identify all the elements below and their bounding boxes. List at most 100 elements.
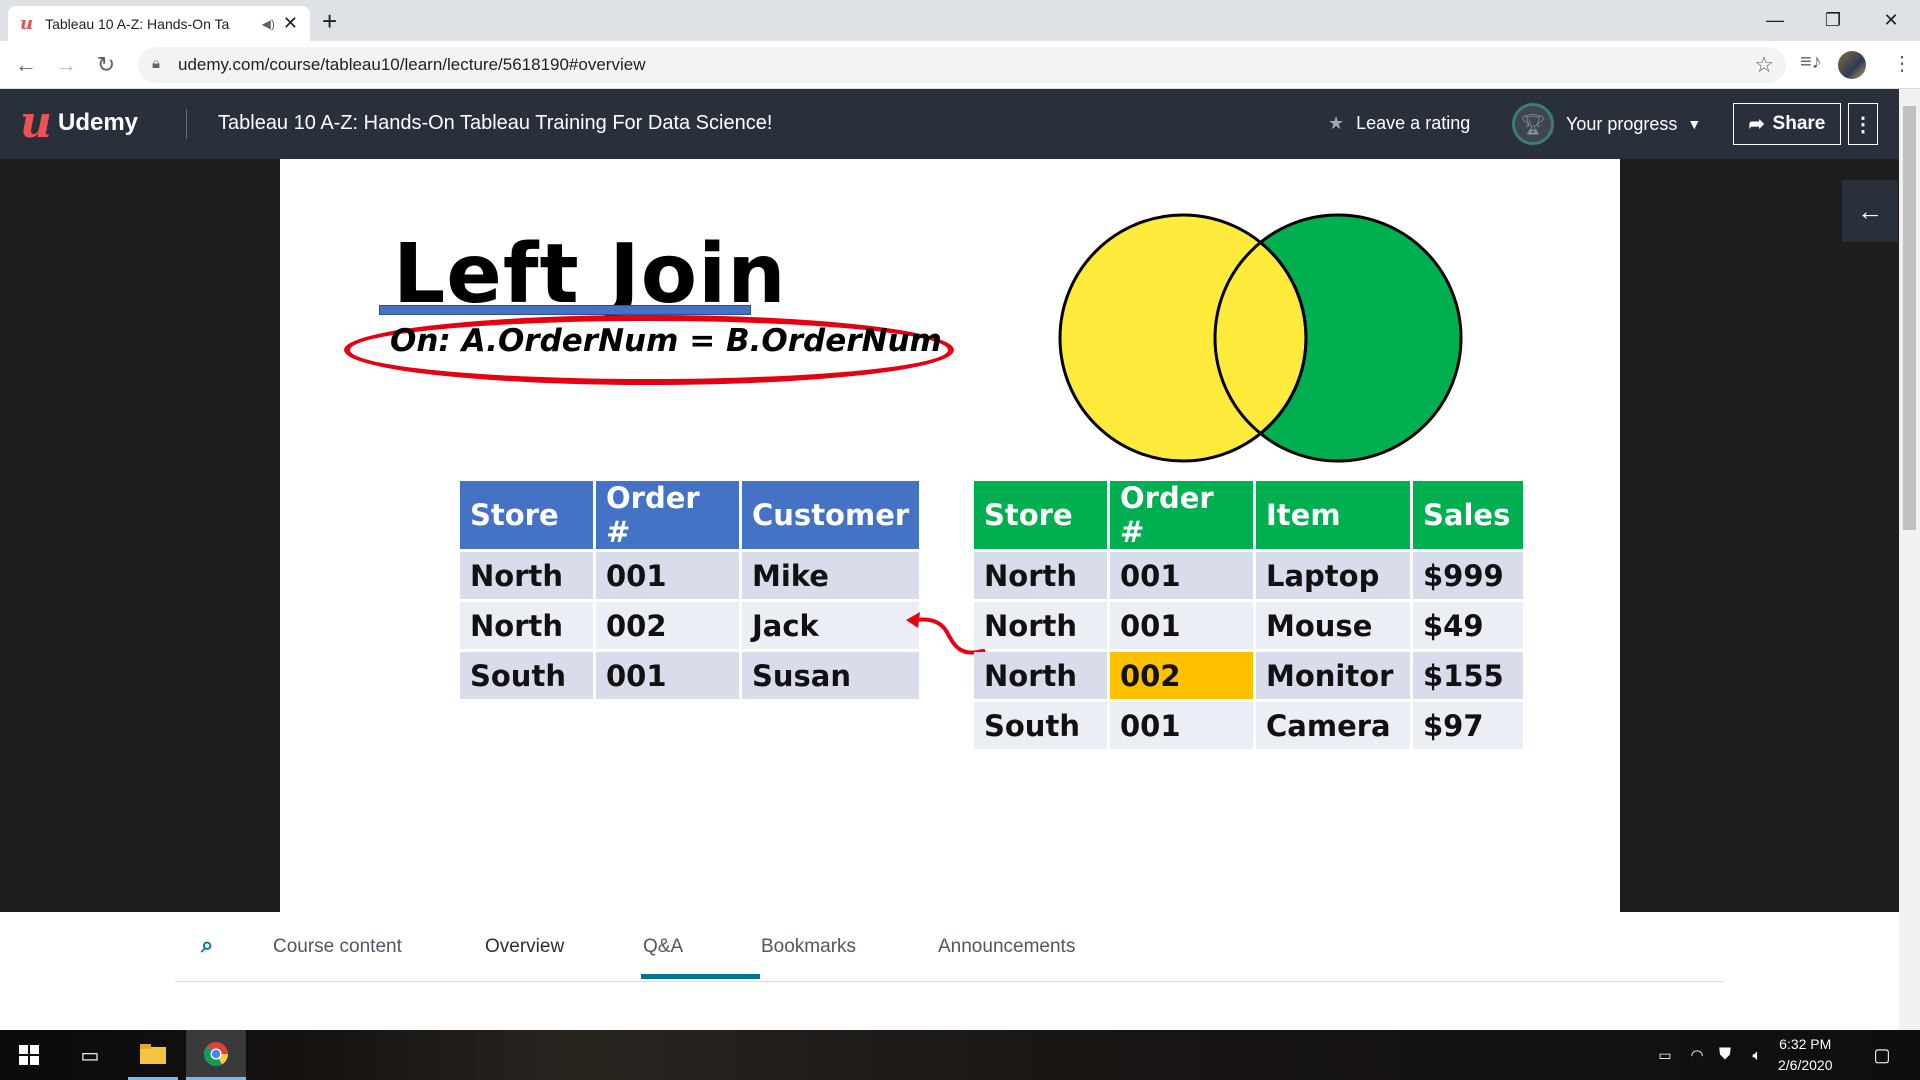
- udemy-logo-icon: u: [20, 97, 52, 148]
- your-progress-label: Your progress: [1566, 113, 1678, 134]
- table-cell: 001: [1110, 702, 1253, 749]
- forward-icon[interactable]: →: [50, 49, 82, 81]
- table-b-header-cell: Order #: [1110, 481, 1253, 549]
- security-shield-icon[interactable]: ⛊: [1712, 1030, 1738, 1080]
- speaker-icon[interactable]: ◀): [262, 17, 275, 31]
- header-divider: [186, 109, 187, 139]
- windows-taskbar: ▭ ▭ ◠ ⛊ 🔈︎ 6:32 PM 2/6/2020 ▢: [0, 1030, 1920, 1080]
- table-cell: Jack: [742, 602, 920, 649]
- table-row: North 002 Jack: [460, 602, 920, 649]
- table-a-header-row: Store Order # Customer: [460, 481, 920, 549]
- tab-qa[interactable]: Q&A: [643, 936, 683, 958]
- lecture-tabs: ⌕ Course content Overview Q&A Bookmarks …: [175, 912, 1723, 982]
- new-tab-button[interactable]: +: [322, 6, 337, 37]
- lecture-tabs-area: ⌕ Course content Overview Q&A Bookmarks …: [0, 912, 1899, 1030]
- table-cell: North: [974, 652, 1107, 699]
- page-scrollbar[interactable]: [1899, 89, 1920, 1030]
- browser-toolbar: ← → ↻ 🔒︎ udemy.com/course/tableau10/lear…: [0, 41, 1920, 89]
- task-view-icon[interactable]: ▭: [66, 1030, 114, 1080]
- lecture-slide: Left Join On: A.OrderNum = B.OrderNum St…: [280, 159, 1620, 912]
- minimize-icon[interactable]: —: [1746, 0, 1804, 41]
- tab-announcements[interactable]: Announcements: [938, 936, 1075, 958]
- table-cell: Monitor: [1256, 652, 1410, 699]
- table-cell: Susan: [742, 652, 920, 699]
- table-row: North 001 Laptop $999: [974, 552, 1523, 599]
- wifi-icon[interactable]: ◠: [1684, 1030, 1710, 1080]
- share-label: Share: [1772, 113, 1826, 134]
- udemy-logo[interactable]: u Udemy: [20, 97, 139, 148]
- table-cell: North: [974, 552, 1107, 599]
- highlighted-cell: 002: [1110, 652, 1253, 699]
- table-row: North 001 Mike: [460, 552, 920, 599]
- title-underline: [379, 305, 751, 315]
- notification-icon[interactable]: ▢: [1862, 1030, 1902, 1080]
- table-cell: North: [974, 602, 1107, 649]
- share-icon: ➦: [1748, 113, 1765, 135]
- address-bar[interactable]: 🔒︎ udemy.com/course/tableau10/learn/lect…: [138, 47, 1786, 83]
- course-title[interactable]: Tableau 10 A-Z: Hands-On Tableau Trainin…: [218, 112, 772, 135]
- browser-tab[interactable]: u Tableau 10 A-Z: Hands-On Ta ◀) ✕: [8, 6, 310, 41]
- table-cell: South: [974, 702, 1107, 749]
- table-b-header-cell: Item: [1256, 481, 1410, 549]
- table-a-header-cell: Store: [460, 481, 593, 549]
- chevron-down-icon: ▼: [1687, 116, 1702, 132]
- tab-overview[interactable]: Overview: [485, 936, 564, 958]
- restore-icon[interactable]: ❐: [1804, 0, 1862, 41]
- leave-rating-button[interactable]: ★ Leave a rating: [1328, 113, 1470, 134]
- sidebar-toggle-arrow-icon[interactable]: ←: [1842, 180, 1898, 242]
- search-icon[interactable]: ⌕: [201, 932, 213, 958]
- table-a: Store Order # Customer North 001 Mike No…: [457, 478, 922, 702]
- table-b-header-row: Store Order # Item Sales: [974, 481, 1523, 549]
- table-cell: $155: [1413, 652, 1523, 699]
- join-condition: On: A.OrderNum = B.OrderNum: [390, 323, 942, 359]
- reload-icon[interactable]: ↻: [90, 49, 122, 81]
- browser-tab-title: Tableau 10 A-Z: Hands-On Ta: [45, 15, 230, 32]
- highlighted-cell: 002: [596, 602, 739, 649]
- table-cell: 001: [1110, 602, 1253, 649]
- battery-icon[interactable]: ▭: [1652, 1030, 1678, 1080]
- table-cell: North: [460, 602, 593, 649]
- table-row: North 001 Mouse $49: [974, 602, 1523, 649]
- udemy-brand-text: Udemy: [58, 109, 139, 136]
- table-cell: North: [460, 552, 593, 599]
- more-options-icon[interactable]: ⋮: [1848, 103, 1878, 145]
- file-explorer-icon[interactable]: [128, 1030, 178, 1080]
- scrollbar-thumb[interactable]: [1903, 106, 1916, 530]
- table-b: Store Order # Item Sales North 001 Lapto…: [971, 478, 1526, 752]
- tab-course-content[interactable]: Course content: [273, 936, 402, 958]
- table-cell: Camera: [1256, 702, 1410, 749]
- window-close-icon[interactable]: ✕: [1862, 0, 1920, 41]
- udemy-favicon-icon: u: [20, 13, 34, 34]
- close-tab-icon[interactable]: ✕: [283, 13, 298, 34]
- bookmark-star-icon[interactable]: ☆: [1754, 52, 1774, 78]
- windows-start-icon[interactable]: [0, 1030, 58, 1080]
- table-b-header-cell: Store: [974, 481, 1107, 549]
- table-cell: Mouse: [1256, 602, 1410, 649]
- system-clock[interactable]: 6:32 PM 2/6/2020: [1778, 1034, 1833, 1076]
- your-progress-button[interactable]: 🏆︎ Your progress ▼: [1512, 103, 1701, 145]
- leave-rating-label: Leave a rating: [1356, 113, 1471, 133]
- back-icon[interactable]: ←: [10, 49, 42, 81]
- venn-diagram: [1058, 213, 1463, 463]
- active-tab-indicator: [641, 974, 760, 979]
- chrome-taskbar-icon[interactable]: [186, 1030, 246, 1080]
- star-icon: ★: [1328, 113, 1345, 133]
- video-player[interactable]: Left Join On: A.OrderNum = B.OrderNum St…: [0, 159, 1899, 912]
- tab-bookmarks[interactable]: Bookmarks: [761, 936, 856, 958]
- profile-avatar[interactable]: [1838, 51, 1866, 79]
- trophy-icon: 🏆︎: [1512, 103, 1554, 145]
- media-control-icon[interactable]: ≡♪: [1800, 51, 1822, 74]
- volume-icon[interactable]: 🔈︎: [1742, 1030, 1772, 1080]
- table-cell: Laptop: [1256, 552, 1410, 599]
- table-b-header-cell: Sales: [1413, 481, 1523, 549]
- table-cell: $49: [1413, 602, 1523, 649]
- chrome-menu-icon[interactable]: ⋮: [1892, 51, 1912, 76]
- table-cell: 001: [1110, 552, 1253, 599]
- table-cell: $97: [1413, 702, 1523, 749]
- table-a-header-cell: Customer: [742, 481, 920, 549]
- table-row: North 002 Monitor $155: [974, 652, 1523, 699]
- clock-time: 6:32 PM: [1779, 1036, 1832, 1052]
- table-row: South 001 Susan: [460, 652, 920, 699]
- share-button[interactable]: ➦ Share: [1733, 103, 1841, 145]
- table-row: South 001 Camera $97: [974, 702, 1523, 749]
